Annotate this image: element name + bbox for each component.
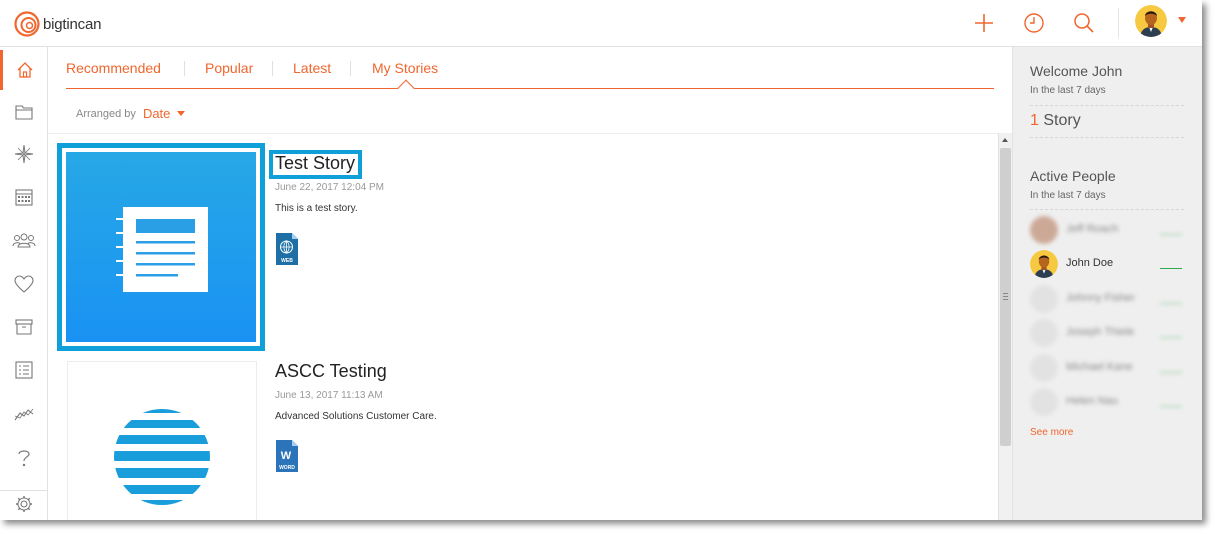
- active-people-subtitle: In the last 7 days: [1030, 190, 1106, 201]
- see-more-link[interactable]: See more: [1030, 427, 1073, 438]
- bigtincan-logo-icon: [14, 11, 40, 37]
- person-name: Helen Nau: [1066, 395, 1118, 407]
- active-tab-indicator: [397, 79, 415, 97]
- story-date: June 22, 2017 12:04 PM: [275, 182, 384, 193]
- story-thumbnail[interactable]: [67, 361, 257, 520]
- avatar: [1030, 354, 1058, 382]
- folder-icon[interactable]: [0, 92, 47, 132]
- top-bar: bigtincan: [0, 0, 1202, 47]
- person-name: John Doe: [1066, 257, 1114, 269]
- sort-dropdown[interactable]: Date: [143, 106, 170, 121]
- story-thumbnail[interactable]: [57, 143, 265, 351]
- person-row[interactable]: John Doe: [1030, 248, 1188, 278]
- avatar[interactable]: [1135, 5, 1167, 37]
- story-description: This is a test story.: [275, 203, 358, 214]
- tab-bar: Recommended Popular Latest My Stories: [66, 47, 994, 97]
- tab-my-stories[interactable]: My Stories: [372, 60, 438, 76]
- calendar-icon[interactable]: [0, 177, 47, 217]
- story-count[interactable]: 1 Story: [1030, 112, 1081, 130]
- person-name: Jeff Roach: [1066, 223, 1119, 235]
- avatar: [1030, 319, 1058, 347]
- story-date: June 13, 2017 11:13 AM: [275, 390, 383, 401]
- help-icon[interactable]: [0, 438, 47, 478]
- person-name: Joseph Thiele: [1066, 326, 1135, 338]
- chart-icon[interactable]: [0, 394, 47, 434]
- search-icon[interactable]: [1071, 10, 1097, 36]
- heart-icon[interactable]: [0, 264, 47, 304]
- activity-bar: [1160, 303, 1182, 304]
- clock-icon[interactable]: [1021, 10, 1047, 36]
- left-nav: [0, 47, 48, 520]
- compass-icon[interactable]: [0, 134, 47, 174]
- main-content: Recommended Popular Latest My Stories Ar…: [48, 47, 1012, 520]
- notebook-icon: [66, 152, 256, 342]
- activity-bar: [1160, 234, 1182, 235]
- person-row[interactable]: Johnny Fisher: [1030, 283, 1188, 313]
- person-row[interactable]: Jeff Roach: [1030, 214, 1188, 244]
- story-title[interactable]: Test Story: [275, 153, 355, 174]
- divider: [1030, 137, 1184, 138]
- scroll-up-arrow-icon[interactable]: [1002, 138, 1008, 142]
- people-icon[interactable]: [0, 220, 47, 260]
- web-file-icon[interactable]: WEB: [275, 232, 299, 266]
- tab-latest[interactable]: Latest: [293, 60, 331, 76]
- file-type-label: WEB: [281, 258, 293, 264]
- sort-label: Arranged by: [76, 107, 136, 120]
- activity-bar: [1160, 337, 1182, 338]
- divider: [272, 61, 273, 76]
- chevron-down-icon[interactable]: [1178, 17, 1186, 23]
- divider: [1030, 209, 1184, 210]
- person-name: Johnny Fisher: [1066, 292, 1136, 304]
- active-people-heading: Active People: [1030, 168, 1116, 184]
- story-count-label: Story: [1043, 112, 1081, 129]
- activity-bar: [1160, 372, 1182, 373]
- activity-bar: [1160, 268, 1182, 269]
- activity-bar: [1160, 406, 1182, 407]
- archive-icon[interactable]: [0, 307, 47, 347]
- tab-recommended[interactable]: Recommended: [66, 60, 161, 76]
- scrollbar[interactable]: [998, 133, 1012, 520]
- divider: [184, 61, 185, 76]
- app-window: bigtincan Recommended Popular Latest My …: [0, 0, 1202, 520]
- divider: [350, 61, 351, 76]
- person-row[interactable]: Helen Nau: [1030, 386, 1188, 416]
- word-file-icon[interactable]: W WORD: [275, 439, 299, 473]
- plus-icon[interactable]: [971, 10, 997, 36]
- avatar: [1030, 250, 1058, 278]
- divider: [48, 133, 1012, 134]
- person-row[interactable]: Joseph Thiele: [1030, 317, 1188, 347]
- scroll-thumb[interactable]: [1000, 148, 1011, 446]
- person-row[interactable]: Michael Kane: [1030, 352, 1188, 382]
- welcome-subtitle: In the last 7 days: [1030, 85, 1106, 96]
- settings-icon[interactable]: [0, 484, 47, 520]
- chevron-down-icon[interactable]: [177, 111, 186, 116]
- activity-panel: Welcome John In the last 7 days 1 Story …: [1012, 47, 1202, 520]
- logo-text: bigtincan: [43, 15, 102, 33]
- story-description: Advanced Solutions Customer Care.: [275, 411, 437, 422]
- grip-icon: [1003, 293, 1008, 300]
- divider: [1118, 8, 1119, 38]
- welcome-heading: Welcome John: [1030, 63, 1123, 79]
- file-type-label: WORD: [279, 465, 295, 471]
- logo[interactable]: bigtincan: [14, 11, 101, 37]
- avatar: [1030, 285, 1058, 313]
- svg-text:W: W: [281, 450, 292, 462]
- story-title[interactable]: ASCC Testing: [275, 361, 387, 382]
- tab-popular[interactable]: Popular: [205, 60, 253, 76]
- divider: [1030, 105, 1184, 106]
- avatar: [1030, 216, 1058, 244]
- checklist-icon[interactable]: [0, 350, 47, 390]
- sort-control: Arranged by Date: [76, 106, 186, 121]
- home-icon[interactable]: [0, 50, 47, 90]
- person-name: Michael Kane: [1066, 361, 1133, 373]
- story-count-number: 1: [1030, 112, 1039, 129]
- avatar: [1030, 388, 1058, 416]
- globe-logo-icon: [114, 409, 210, 505]
